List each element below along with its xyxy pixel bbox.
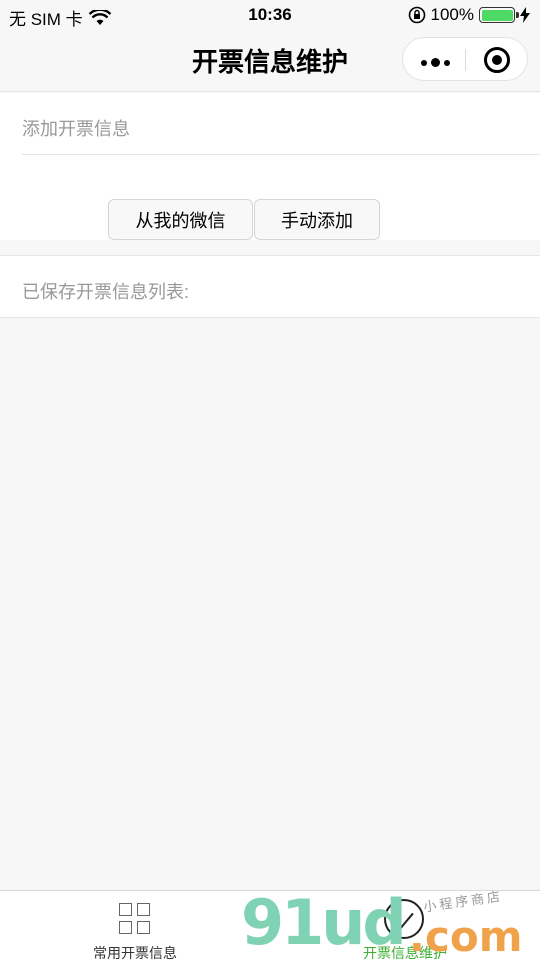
nav-bar: 开票信息维护 xyxy=(0,30,540,92)
battery-percent: 100% xyxy=(430,5,474,24)
tab-common-invoice[interactable]: 常用开票信息 xyxy=(0,891,270,960)
tab-invoice-maintenance-label: 开票信息维护 xyxy=(363,945,447,960)
battery-cap xyxy=(516,12,519,18)
divider xyxy=(22,154,540,155)
import-from-wechat-button[interactable]: 从我的微信 xyxy=(108,199,253,240)
saved-invoice-list-section: 已保存开票信息列表: xyxy=(0,255,540,318)
saved-list-label: 已保存开票信息列表: xyxy=(22,282,190,302)
status-right: 100% xyxy=(408,5,530,25)
grid-icon xyxy=(119,903,151,935)
mini-program-capsule xyxy=(402,37,528,81)
tab-bar: 常用开票信息 开票信息维护 xyxy=(0,890,540,960)
more-menu-icon[interactable] xyxy=(421,58,450,67)
status-bar: 无 SIM 卡 10:36 100% xyxy=(0,0,540,30)
close-mini-program-icon[interactable] xyxy=(484,47,510,73)
battery-icon xyxy=(479,7,519,23)
battery-fill xyxy=(481,9,513,21)
tab-invoice-maintenance[interactable]: 开票信息维护 xyxy=(270,891,540,960)
manual-add-button[interactable]: 手动添加 xyxy=(254,199,380,240)
orientation-lock-icon xyxy=(408,6,425,24)
add-invoice-section: 添加开票信息 从我的微信 手动添加 xyxy=(0,93,540,240)
add-invoice-label: 添加开票信息 xyxy=(22,119,130,139)
tab-common-invoice-label: 常用开票信息 xyxy=(93,945,177,960)
capsule-divider xyxy=(465,49,466,71)
check-circle-icon xyxy=(384,899,424,939)
charging-bolt-icon xyxy=(520,7,530,23)
